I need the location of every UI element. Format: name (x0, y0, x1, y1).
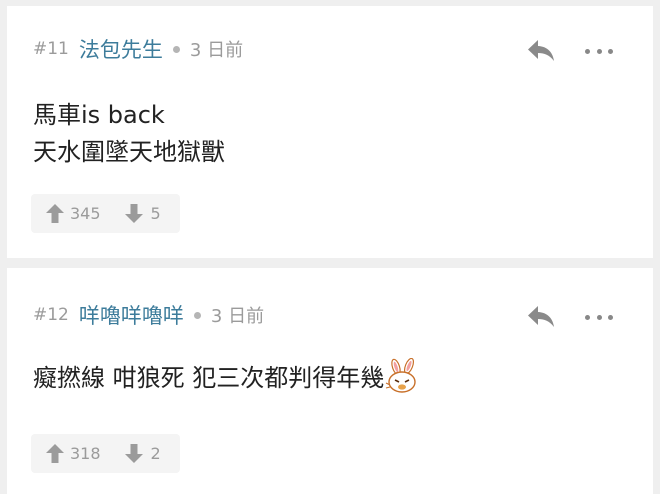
content-text: 癡撚線 咁狼死 犯三次都判得年幾 (33, 364, 385, 392)
post-meta: #11 法包先生 3 日前 (33, 36, 243, 62)
username-link[interactable]: 法包先生 (79, 34, 163, 64)
post-time: 3 日前 (189, 40, 244, 61)
upvote-count: 318 (70, 444, 101, 463)
downvote-button[interactable]: 2 (124, 434, 161, 473)
reply-icon[interactable] (527, 305, 557, 329)
separator-dot (172, 45, 180, 53)
comment-post: #12 咩嚕咩嚕咩 3 日前 癡撚線 咁狼死 犯三次都判得年幾 318 2 (7, 268, 653, 494)
downvote-count: 2 (150, 444, 161, 463)
post-content: 癡撚線 咁狼死 犯三次都判得年幾 (33, 358, 420, 397)
arrow-up-icon (46, 444, 64, 463)
comment-post: #11 法包先生 3 日前 馬車is back 天水圍墜天地獄獸 345 5 (7, 6, 653, 258)
username-link[interactable]: 咩嚕咩嚕咩 (79, 300, 184, 330)
post-number[interactable]: #12 (33, 305, 69, 325)
bunny-emoji-icon (386, 358, 416, 393)
separator-dot (193, 311, 201, 319)
post-meta: #12 咩嚕咩嚕咩 3 日前 (33, 302, 264, 328)
upvote-button[interactable]: 345 (46, 194, 101, 233)
content-line: 馬車is back (33, 101, 165, 129)
more-icon[interactable] (585, 39, 613, 63)
upvote-button[interactable]: 318 (46, 434, 101, 473)
arrow-down-icon (124, 204, 143, 223)
arrow-up-icon (46, 204, 64, 223)
downvote-count: 5 (150, 204, 161, 223)
upvote-count: 345 (70, 204, 101, 223)
vote-bar: 345 5 (31, 194, 180, 233)
content-line: 癡撚線 咁狼死 犯三次都判得年幾 (33, 358, 420, 397)
vote-bar: 318 2 (31, 434, 180, 473)
post-content: 馬車is back 天水圍墜天地獄獸 (33, 97, 225, 171)
more-icon[interactable] (585, 305, 613, 329)
post-number[interactable]: #11 (33, 39, 69, 59)
content-line: 天水圍墜天地獄獸 (33, 138, 225, 166)
reply-icon[interactable] (527, 39, 557, 63)
arrow-down-icon (124, 444, 143, 463)
downvote-button[interactable]: 5 (124, 194, 161, 233)
post-time: 3 日前 (210, 306, 265, 327)
